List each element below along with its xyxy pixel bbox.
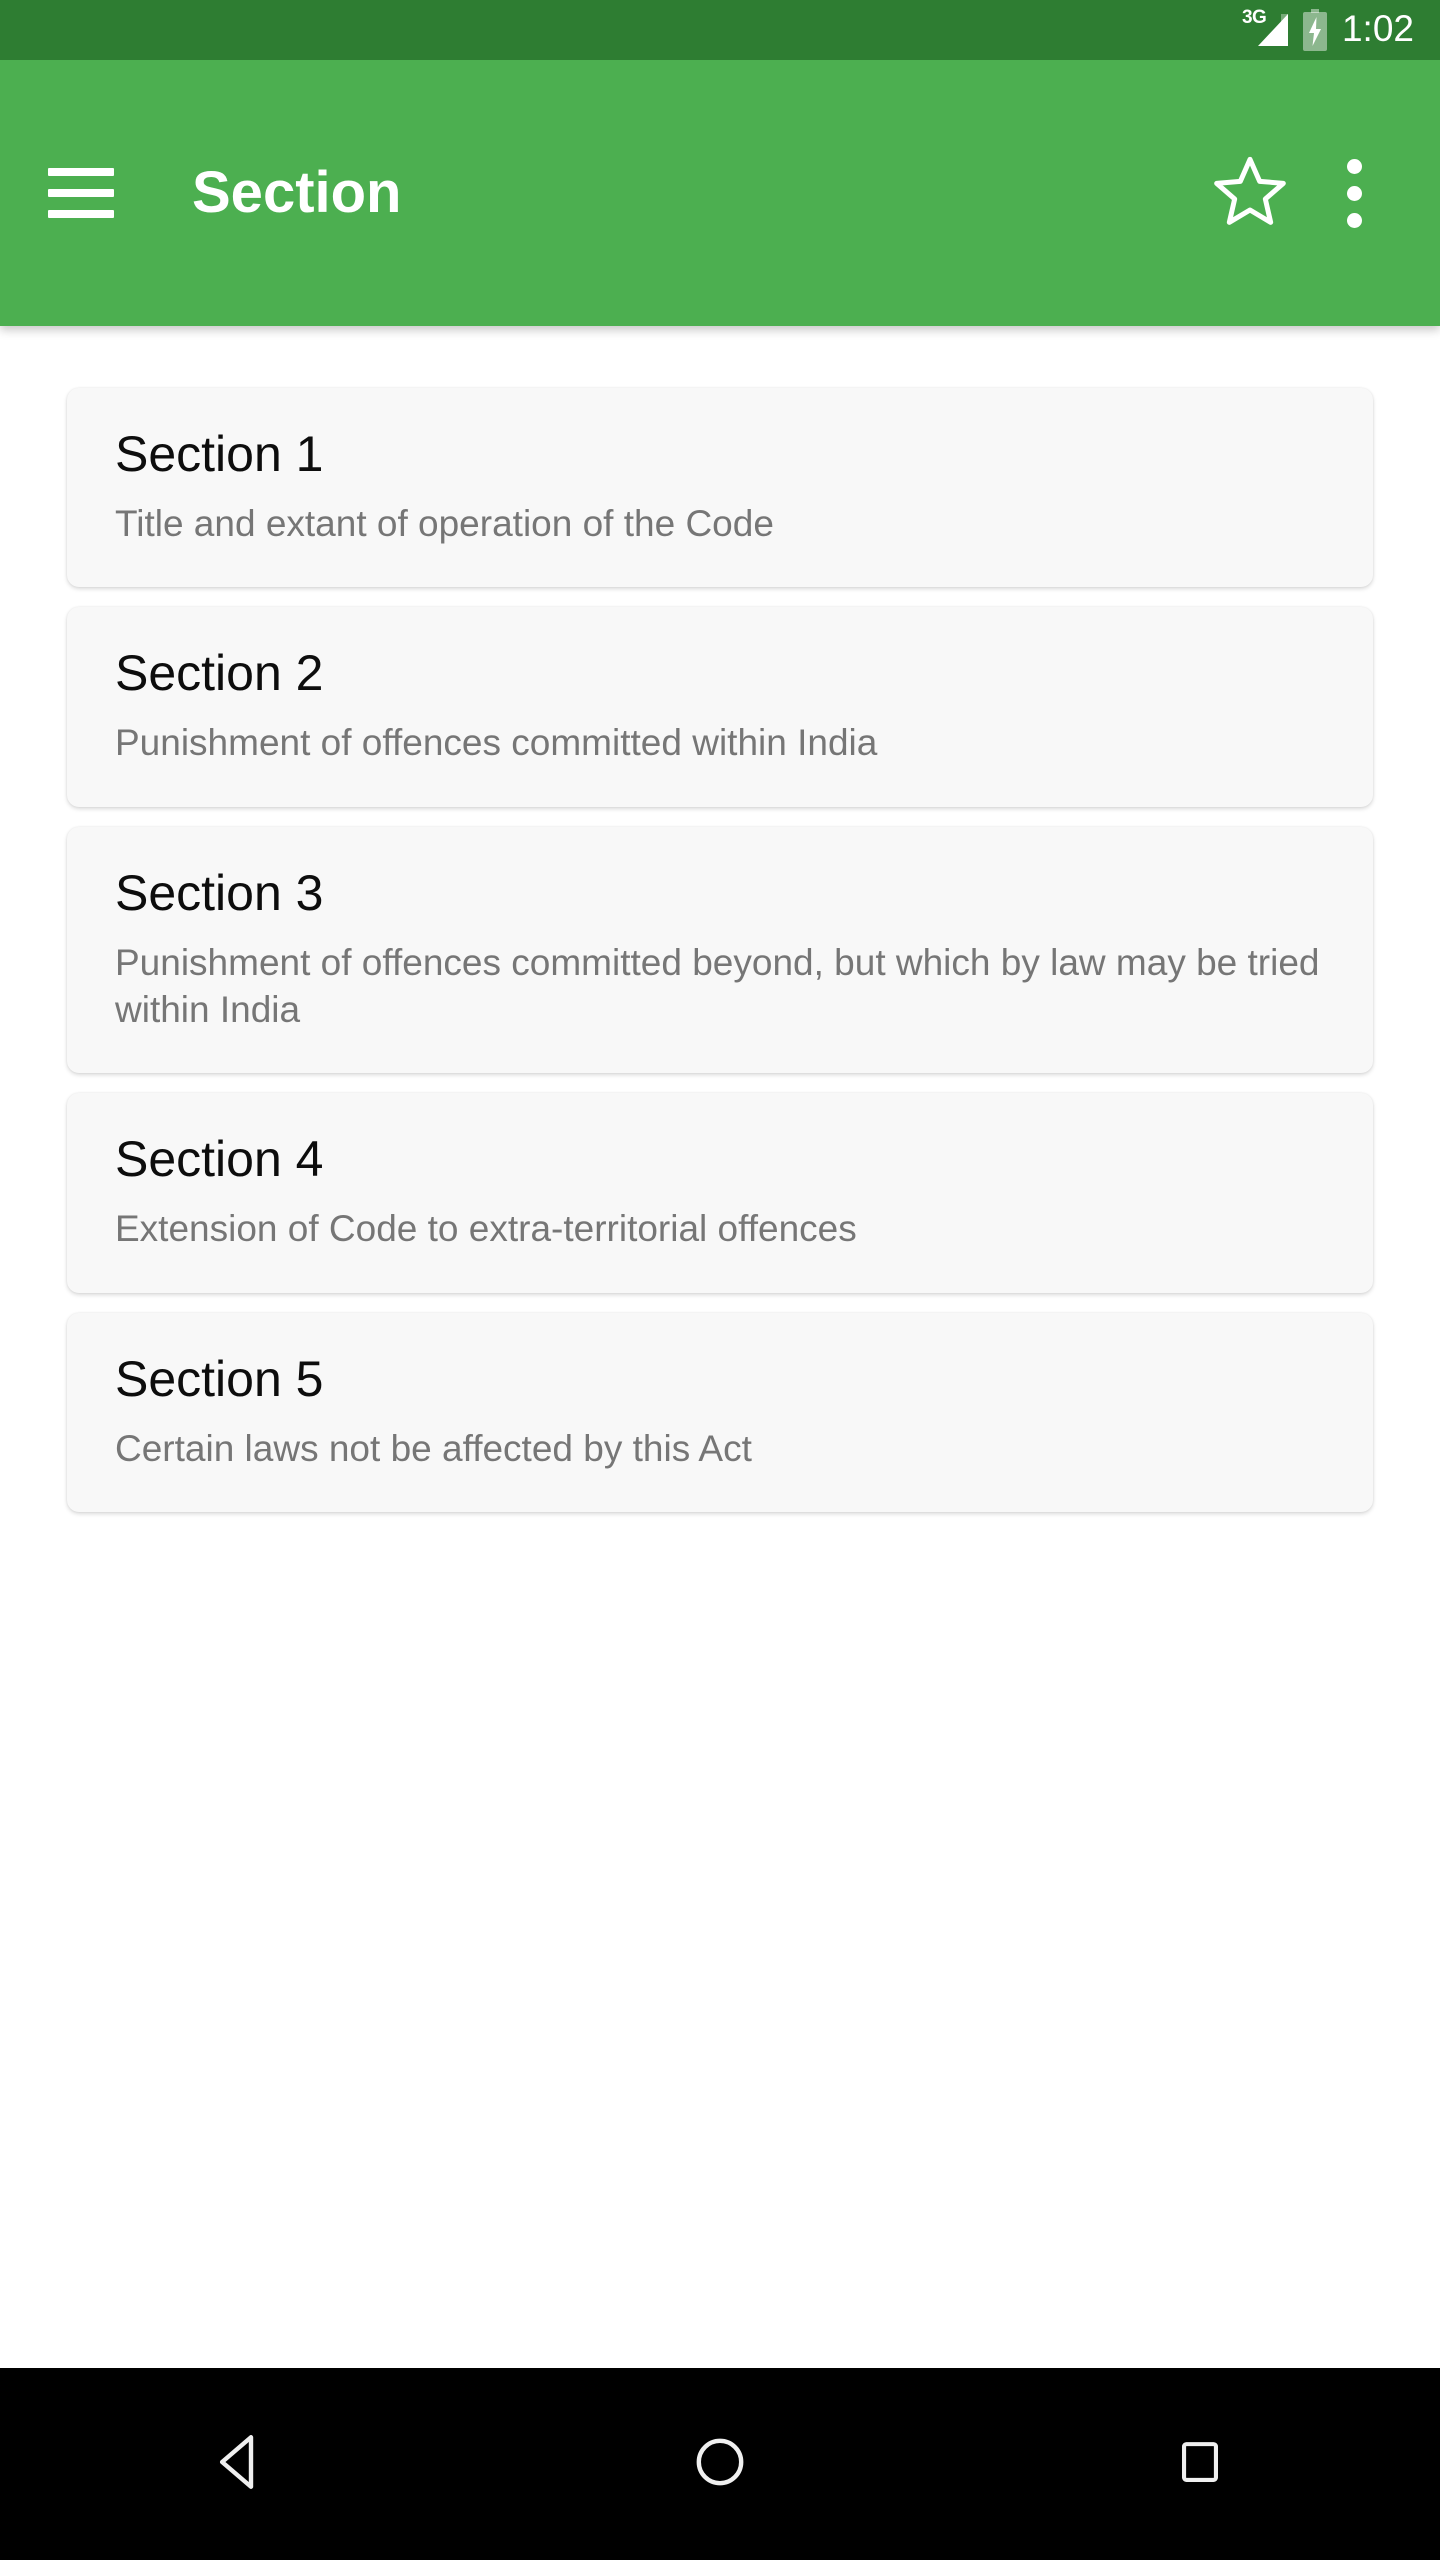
status-bar: 3G 1:02 xyxy=(0,0,1440,60)
list-item[interactable]: Section 2 Punishment of offences committ… xyxy=(67,607,1373,807)
overflow-dot-1 xyxy=(1346,158,1362,174)
overflow-dot-3 xyxy=(1346,212,1362,228)
list-item[interactable]: Section 5 Certain laws not be affected b… xyxy=(67,1312,1373,1513)
signal-bar-filled xyxy=(1257,14,1288,46)
status-bar-icons: 3G 1:02 xyxy=(1242,8,1414,51)
list-item[interactable]: Section 1 Title and extant of operation … xyxy=(67,388,1373,588)
favorite-button[interactable] xyxy=(1204,147,1296,239)
list-item[interactable]: Section 4 Extension of Code to extra-ter… xyxy=(67,1093,1373,1293)
system-navigation-bar xyxy=(0,2368,1440,2560)
section-title: Section 5 xyxy=(115,1350,324,1407)
signal-icon: 3G xyxy=(1242,8,1288,51)
hamburger-bar-1 xyxy=(48,168,114,176)
home-button[interactable] xyxy=(480,2368,960,2560)
status-bar-clock: 1:02 xyxy=(1341,8,1414,49)
list-item[interactable]: Section 3 Punishment of offences committ… xyxy=(67,826,1373,1074)
section-subtitle: Punishment of offences committed beyond,… xyxy=(115,941,1320,1031)
back-triangle-icon xyxy=(207,2429,273,2500)
app-bar: Section xyxy=(0,60,1440,326)
section-title: Section 2 xyxy=(115,645,324,702)
section-subtitle: Title and extant of operation of the Cod… xyxy=(115,503,774,544)
section-subtitle: Extension of Code to extra-territorial o… xyxy=(115,1208,857,1250)
section-list: Section 1 Title and extant of operation … xyxy=(0,388,1440,1513)
star-outline-icon xyxy=(1208,151,1292,236)
section-list-container: Section 1 Title and extant of operation … xyxy=(0,326,1440,2368)
overflow-menu-button[interactable] xyxy=(1314,147,1394,239)
section-title: Section 3 xyxy=(115,864,324,921)
recents-square-icon xyxy=(1171,2433,1229,2496)
section-subtitle: Certain laws not be affected by this Act xyxy=(115,1427,752,1469)
battery-charging-icon xyxy=(1302,9,1328,51)
page-title: Section xyxy=(192,160,402,225)
section-subtitle: Punishment of offences committed within … xyxy=(115,722,878,764)
recents-button[interactable] xyxy=(960,2368,1440,2560)
section-title: Section 4 xyxy=(115,1131,324,1188)
overflow-dot-2 xyxy=(1346,185,1362,201)
hamburger-bar-2 xyxy=(48,189,114,197)
home-circle-icon xyxy=(689,2431,751,2498)
section-title: Section 1 xyxy=(115,426,324,482)
hamburger-bar-3 xyxy=(48,210,114,218)
hamburger-menu-icon[interactable] xyxy=(48,168,114,218)
back-button[interactable] xyxy=(0,2368,480,2560)
